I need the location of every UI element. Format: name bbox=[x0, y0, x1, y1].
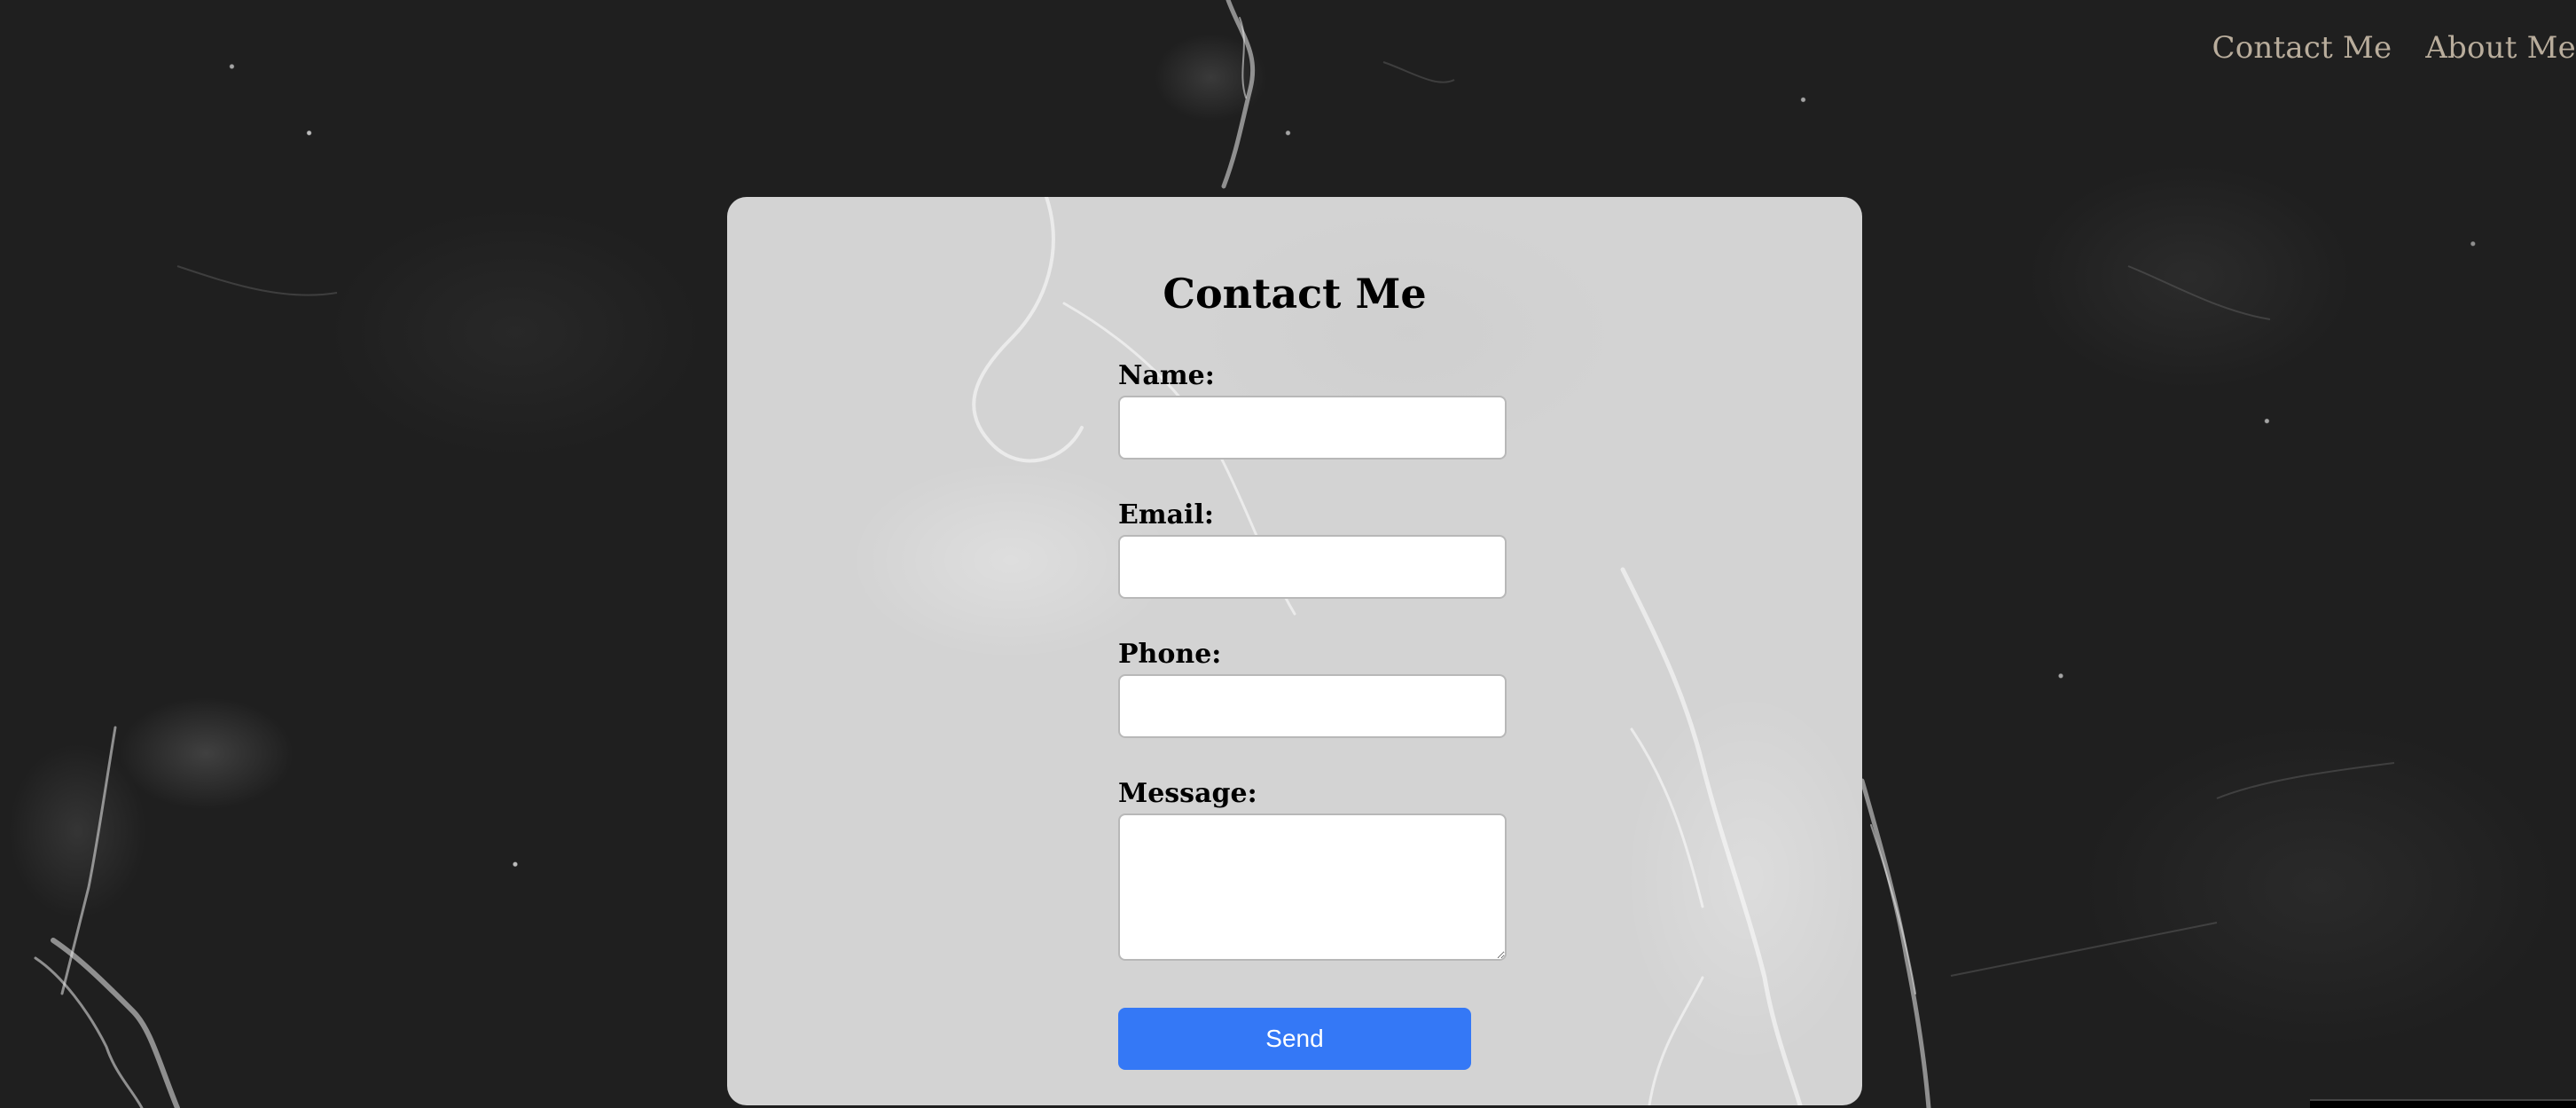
message-label: Message: bbox=[1118, 778, 1257, 809]
form-title: Contact Me bbox=[1163, 270, 1427, 318]
name-field[interactable] bbox=[1118, 396, 1507, 460]
message-field[interactable] bbox=[1118, 813, 1507, 961]
phone-field[interactable] bbox=[1118, 674, 1507, 738]
email-field[interactable] bbox=[1118, 535, 1507, 599]
phone-label: Phone: bbox=[1118, 639, 1222, 670]
nav-link-contact-me[interactable]: Contact Me bbox=[2212, 30, 2392, 66]
send-button[interactable]: Send bbox=[1118, 1008, 1471, 1070]
email-label: Email: bbox=[1118, 499, 1214, 530]
contact-form-card: Contact Me Name: Email: Phone: Message: … bbox=[727, 197, 1862, 1105]
nav-link-about-me[interactable]: About Me bbox=[2425, 30, 2576, 66]
name-label: Name: bbox=[1118, 360, 1215, 391]
top-navigation: Contact Me About Me bbox=[2212, 30, 2576, 66]
card-marble-texture bbox=[972, 197, 1803, 1105]
corner-overlay-bar bbox=[2310, 1099, 2576, 1108]
